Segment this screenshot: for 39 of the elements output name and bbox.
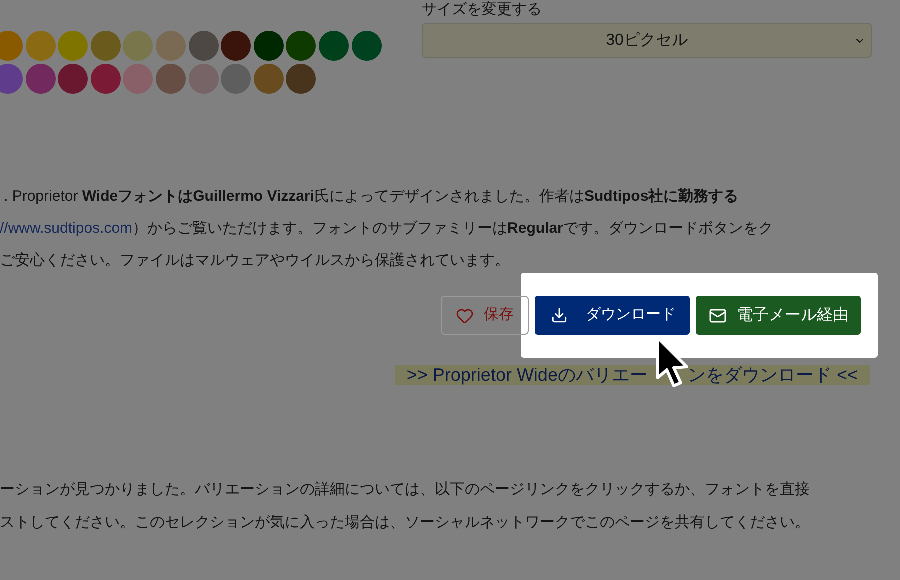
- color-swatch[interactable]: [318, 31, 349, 61]
- color-swatch[interactable]: [286, 31, 316, 61]
- color-swatch[interactable]: [156, 31, 186, 61]
- description-text: ）からご覧いただけます。フォントのサブファミリーはRegularです。ダウンロードボタンをク: [132, 219, 774, 239]
- email-button[interactable]: 電子メール経由: [696, 296, 861, 335]
- color-swatch[interactable]: [156, 64, 186, 94]
- color-swatch[interactable]: [123, 64, 154, 94]
- color-swatch[interactable]: [286, 64, 316, 94]
- color-swatch[interactable]: [90, 64, 121, 94]
- color-swatch[interactable]: [254, 64, 284, 94]
- variations-text: ーションが見つかりました。バリエーションの詳細については、以下のページリンクをクリックするか、フォントを直接: [0, 480, 811, 500]
- heart-icon: [456, 306, 474, 324]
- color-swatch[interactable]: [58, 64, 88, 94]
- color-swatch[interactable]: [58, 31, 88, 61]
- color-swatch[interactable]: [90, 31, 121, 61]
- color-swatch[interactable]: [254, 31, 284, 61]
- size-label: サイズを変更する: [422, 0, 543, 20]
- color-swatch[interactable]: [26, 64, 56, 94]
- color-swatch[interactable]: [188, 31, 219, 61]
- download-icon: [551, 307, 568, 324]
- download-button[interactable]: ダウンロード: [535, 296, 690, 335]
- link-text: >> Proprietor Wideのバリエー: [406, 365, 648, 385]
- size-select[interactable]: 30ピクセル: [422, 23, 872, 58]
- color-swatch[interactable]: [221, 31, 252, 61]
- variations-text: ストしてください。このセレクションが気に入った場合は、ソーシャルネットワークでこのページを共有してください。: [0, 513, 811, 533]
- website-link[interactable]: //www.sudtipos.com: [0, 213, 133, 245]
- color-swatch[interactable]: [123, 31, 154, 61]
- color-swatch[interactable]: [0, 31, 23, 61]
- save-button[interactable]: 保存: [441, 296, 529, 335]
- variations-link[interactable]: >> Proprietor Wideのバリエー ンをダウンロード <<: [394, 365, 870, 385]
- color-swatch[interactable]: [221, 64, 252, 94]
- description-text: . Proprietor WideフォントはGuillermo Vizzari氏によってデザインされました。作者はSudtipos社に勤務する: [3, 187, 740, 207]
- color-swatch[interactable]: [0, 64, 23, 94]
- color-swatch[interactable]: [26, 31, 56, 61]
- color-swatch[interactable]: [352, 31, 382, 61]
- envelope-icon: [709, 306, 727, 324]
- description-text: ご安心ください。ファイルはマルウェアやウイルスから保護されています。: [0, 251, 511, 271]
- color-swatch[interactable]: [188, 64, 219, 94]
- link-text: ンをダウンロード <<: [688, 365, 858, 385]
